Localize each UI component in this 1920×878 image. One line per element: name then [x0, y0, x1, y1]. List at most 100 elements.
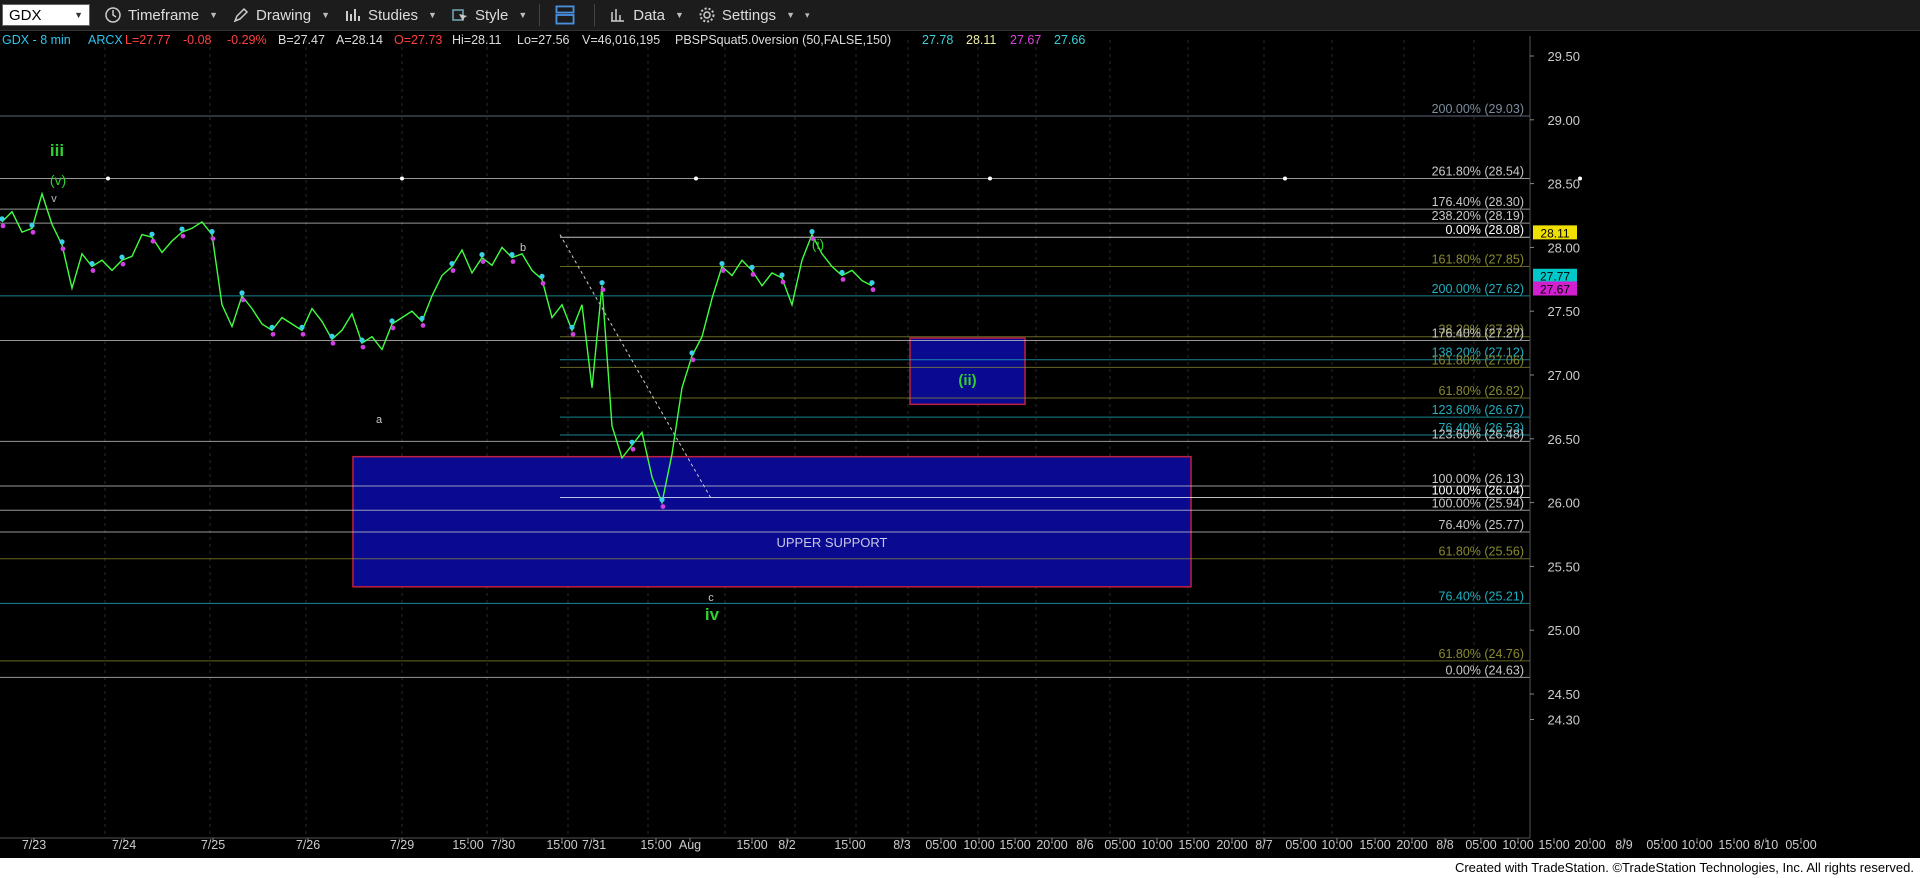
study-dot-low [60, 246, 66, 252]
layout-button[interactable] [554, 4, 582, 26]
wave-label: b [520, 242, 526, 254]
study-dot-low [510, 259, 516, 265]
study-dot-high [269, 324, 275, 330]
x-tick-label: 8/2 [778, 838, 795, 852]
x-tick-label: 8/7 [1255, 838, 1272, 852]
studies-button[interactable]: Studies ▼ [344, 6, 437, 24]
grid [104, 40, 1475, 838]
toolbar: GDX ▼ Timeframe ▼ Drawing ▼ Studies ▼ St… [0, 0, 1920, 31]
x-tick-label: 05:00 [1646, 838, 1677, 852]
annotation-lines [106, 176, 1582, 501]
study-dot-high [659, 497, 665, 503]
study-dot-low [480, 259, 486, 265]
study-dot-high [29, 222, 35, 228]
study-dot-low [420, 323, 426, 328]
line-marker [106, 176, 110, 181]
settings-button[interactable]: Settings ▼ ▾ [698, 6, 810, 24]
header-field: L=27.77 [125, 33, 171, 47]
study-dot-high [89, 260, 95, 267]
x-tick-label: 05:00 [1285, 838, 1316, 852]
study-dot-low [30, 229, 36, 235]
x-tick-label: 7/23 [22, 838, 46, 852]
study-dot-high [359, 337, 365, 343]
clock-icon [105, 7, 121, 23]
study-dot-high [119, 254, 125, 260]
layout-icon [555, 5, 575, 25]
x-tick-label: 15:00 [999, 838, 1030, 852]
fib-label: 123.60% (26.67) [1432, 403, 1524, 417]
studies-label: Studies [368, 6, 419, 24]
y-tick-label: 26.00 [1547, 496, 1580, 511]
study-dot-high [389, 318, 395, 324]
symbol-selector[interactable]: GDX ▼ [2, 4, 90, 26]
study-dot-high [599, 280, 605, 286]
chevron-down-icon: ▼ [518, 10, 528, 20]
price-chart[interactable]: UPPER SUPPORT (ii) 200.00% (29.03) 261.80%… [0, 30, 1920, 858]
study-dot-high [59, 239, 65, 245]
study-dot-low [570, 331, 576, 337]
study-dot-low [90, 268, 96, 273]
y-tick-label: 24.30 [1547, 713, 1580, 728]
wave-label: a [376, 414, 383, 426]
fib-label: 0.00% (28.08) [1445, 223, 1524, 237]
y-tick-label: 25.50 [1547, 559, 1580, 574]
x-tick-label: 15:00 [834, 838, 865, 852]
fib-label: 161.80% (27.85) [1432, 253, 1524, 267]
x-tick-label: 15:00 [1718, 838, 1749, 852]
header-field: PBSPSquat5.0version (50,FALSE,150) [675, 33, 891, 47]
symbol-value: GDX [9, 6, 42, 24]
line-marker [694, 176, 698, 181]
x-tick-label: 15:00 [1538, 838, 1569, 852]
fib-label: 200.00% (27.62) [1432, 282, 1524, 296]
wave-label: iv [705, 605, 720, 624]
header-field: 27.67 [1010, 33, 1041, 47]
style-button[interactable]: Style ▼ [451, 6, 527, 24]
x-tick-label: Aug [679, 838, 701, 852]
x-tick-label: 15:00 [736, 838, 767, 852]
study-dot-high [509, 252, 515, 258]
study-dot-high [869, 280, 875, 286]
chevron-down-icon: ▼ [321, 10, 330, 20]
fib-label: 61.80% (25.56) [1439, 545, 1524, 559]
more-icon: ▾ [804, 9, 810, 20]
toolbar-divider [594, 4, 596, 26]
study-dot-low [780, 279, 786, 285]
study-dot-high [809, 229, 815, 235]
data-button[interactable]: Data ▼ [609, 6, 684, 24]
y-axis: 29.50 29.00 28.50 28.00 27.50 27.00 26.50 26.00… [1529, 36, 1580, 838]
upper-support-zone [352, 455, 1192, 588]
study-dot-low [360, 344, 366, 350]
x-tick-label: 15:00 [1178, 838, 1209, 852]
gear-icon [699, 7, 715, 23]
header-field: V=46,016,195 [582, 33, 660, 47]
wave-label: (v) [50, 172, 66, 188]
header-field: GDX - 8 min [2, 33, 71, 47]
study-dot-high [209, 229, 215, 235]
study-dot-high [149, 231, 155, 237]
fib-label: 76.40% (25.21) [1439, 589, 1524, 603]
x-tick-label: 15:00 [640, 838, 671, 852]
header-field: 27.78 [922, 33, 953, 47]
timeframe-button[interactable]: Timeframe ▼ [104, 6, 218, 24]
fib-label: 176.40% (28.30) [1432, 195, 1524, 209]
line-marker [1283, 176, 1287, 181]
fib-label: 76.40% (25.77) [1439, 518, 1524, 532]
study-dot-low [630, 446, 636, 452]
x-tick-label: 7/25 [201, 838, 225, 852]
chevron-down-icon: ▼ [74, 10, 83, 20]
x-tick-label: 05:00 [925, 838, 956, 852]
study-dot-high [689, 350, 695, 356]
drawing-button[interactable]: Drawing ▼ [232, 6, 330, 24]
header-field: -0.08 [183, 33, 212, 47]
x-tick-label: 7/29 [390, 838, 414, 852]
zone-label: UPPER SUPPORT [776, 535, 887, 550]
x-tick-label: 20:00 [1036, 838, 1067, 852]
y-tick-label: 27.50 [1547, 304, 1580, 319]
x-tick-label: 15:00 [546, 838, 577, 852]
x-tick-label: 7/24 [112, 838, 136, 852]
fib-label: 123.60% (26.48) [1432, 427, 1524, 441]
fib-levels: 200.00% (29.03) 261.80% (28.54) 176.40% (2… [0, 102, 1530, 678]
chevron-down-icon: ▼ [209, 10, 219, 20]
line-marker [988, 176, 992, 181]
x-tick-label: 05:00 [1465, 838, 1496, 852]
